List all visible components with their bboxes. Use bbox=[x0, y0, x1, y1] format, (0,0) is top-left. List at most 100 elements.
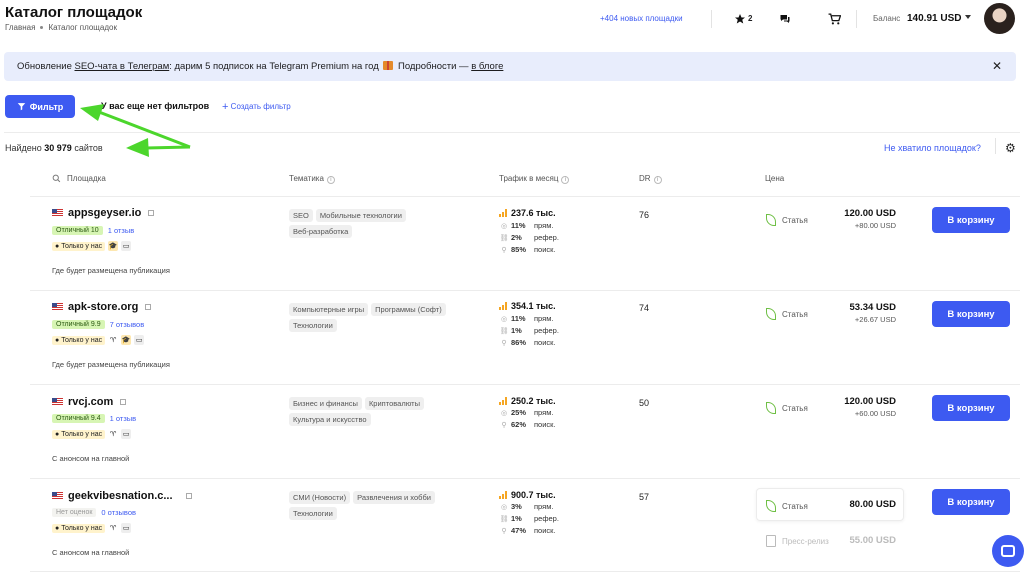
new-sites-link[interactable]: +404 новых площадки bbox=[600, 14, 683, 23]
star-icon[interactable] bbox=[731, 10, 749, 28]
direct-icon: ◎ bbox=[500, 222, 508, 230]
site-name[interactable]: rvcj.com bbox=[52, 396, 127, 408]
support-chat-button[interactable] bbox=[992, 535, 1024, 567]
reviews-link[interactable]: 1 отзыв bbox=[110, 414, 137, 423]
topic-tags: Компьютерные игры Программы (Софт) Техноло… bbox=[289, 303, 469, 332]
placement-note[interactable]: Где будет размещена публикация bbox=[52, 360, 170, 369]
external-link-icon[interactable] bbox=[185, 493, 192, 499]
avatar[interactable] bbox=[984, 3, 1015, 34]
search-icon: ⚲ bbox=[501, 339, 507, 347]
press-price-value: 55.00 USD bbox=[849, 535, 896, 546]
link-icon: ⛓ bbox=[499, 515, 509, 523]
reviews-link[interactable]: 1 отзыв bbox=[108, 226, 135, 235]
site-rating: Отличный 9.4 1 отзыв bbox=[52, 414, 136, 423]
no-filters-text: У вас еще нет фильтров bbox=[101, 101, 210, 111]
breadcrumb-home[interactable]: Главная bbox=[5, 23, 35, 32]
placement-note[interactable]: Где будет размещена публикация bbox=[52, 266, 170, 275]
column-header-topic[interactable]: Тематика i bbox=[289, 174, 335, 184]
add-to-cart-button[interactable]: В корзину bbox=[932, 301, 1010, 327]
traffic-search: ⚲ 86% поиск. bbox=[501, 338, 556, 347]
traffic-search: ⚲ 85% поиск. bbox=[501, 245, 556, 254]
chat-bubble-icon bbox=[1001, 545, 1015, 557]
site-name[interactable]: geekvibesnation.c... bbox=[52, 490, 192, 502]
traffic-direct: ◎ 3% прям. bbox=[500, 502, 554, 511]
topic-tags: Бизнес и финансы Криптовалюты Культура и и… bbox=[289, 397, 469, 426]
direct-icon: ◎ bbox=[500, 409, 508, 417]
column-header-price[interactable]: Цена bbox=[765, 174, 784, 183]
balance-value[interactable]: 140.91 USD bbox=[907, 13, 961, 24]
column-header-traffic[interactable]: Трафик в месяц i bbox=[499, 174, 570, 184]
column-header-site[interactable]: Площадка bbox=[52, 174, 106, 183]
traffic-direct: ◎ 11% прям. bbox=[500, 314, 554, 323]
not-enough-sites-link[interactable]: Не хватило площадок? bbox=[884, 143, 981, 153]
check-icon: ● bbox=[55, 336, 60, 344]
info-icon[interactable]: i bbox=[326, 176, 335, 184]
column-header-dr[interactable]: DR i bbox=[639, 174, 662, 184]
exclusive-badge: ● Только у нас bbox=[52, 429, 106, 439]
divider bbox=[995, 138, 996, 154]
divider bbox=[4, 132, 1020, 133]
reviews-link[interactable]: 0 отзывов bbox=[101, 508, 136, 517]
header-divider bbox=[711, 10, 712, 28]
chat-icon[interactable] bbox=[776, 10, 794, 28]
price-extra: +60.00 USD bbox=[854, 409, 896, 418]
create-filter-link[interactable]: + Создать фильтр bbox=[222, 101, 291, 113]
breadcrumb-current: Каталог площадок bbox=[48, 23, 117, 32]
search-icon: ⚲ bbox=[501, 246, 507, 254]
add-to-cart-button[interactable]: В корзину bbox=[932, 395, 1010, 421]
reviews-link[interactable]: 7 отзывов bbox=[110, 320, 145, 329]
deer-icon: ♈ bbox=[108, 429, 119, 439]
external-link-icon[interactable] bbox=[148, 210, 155, 216]
price-type: Статья bbox=[766, 402, 808, 414]
traffic-referral: ⛓ 1% рефер. bbox=[499, 326, 559, 335]
traffic-referral: ⛓ 2% рефер. bbox=[499, 233, 559, 242]
filter-button[interactable]: Фильтр bbox=[5, 95, 75, 118]
gear-icon[interactable]: ⚙ bbox=[1005, 141, 1016, 155]
site-name[interactable]: appsgeyser.io bbox=[52, 207, 155, 219]
banner-link-blog[interactable]: в блоге bbox=[471, 61, 503, 72]
exclusive-badge: ● Только у нас bbox=[52, 335, 106, 345]
banner-link-seo-chat[interactable]: SEO-чата в Телеграм bbox=[75, 61, 170, 72]
external-link-icon[interactable] bbox=[145, 304, 152, 310]
us-flag-icon bbox=[52, 209, 63, 217]
price-type: Статья bbox=[766, 308, 808, 320]
funnel-icon bbox=[17, 103, 25, 111]
site-badges: ● Только у нас 🎓 ▭ bbox=[52, 241, 132, 251]
traffic-direct: ◎ 11% прям. bbox=[500, 221, 554, 230]
traffic-search: ⚲ 47% поиск. bbox=[501, 526, 556, 535]
link-icon: ⛓ bbox=[499, 234, 509, 242]
price-extra: +26.67 USD bbox=[854, 315, 896, 324]
site-name[interactable]: apk-store.org bbox=[52, 301, 152, 313]
dr-value: 74 bbox=[639, 303, 650, 313]
price-option-press[interactable]: Пресс-релиз bbox=[766, 535, 829, 547]
info-icon[interactable]: i bbox=[561, 176, 570, 184]
placement-note[interactable]: С анонсом на главной bbox=[52, 548, 129, 557]
topic-tags: СМИ (Новости) Развлечения и хобби Технолог… bbox=[289, 491, 469, 520]
price-type: Статья bbox=[766, 214, 808, 226]
cart-icon[interactable] bbox=[825, 10, 843, 28]
chevron-down-icon[interactable] bbox=[965, 15, 971, 19]
traffic-bars-icon bbox=[499, 302, 507, 310]
leaf-icon bbox=[766, 308, 776, 320]
leaf-icon bbox=[766, 500, 776, 512]
header-divider bbox=[856, 10, 857, 28]
traffic-bars-icon bbox=[499, 397, 507, 405]
dr-value: 76 bbox=[639, 210, 650, 220]
exclusive-badge: ● Только у нас bbox=[52, 523, 106, 533]
placement-note[interactable]: С анонсом на главной bbox=[52, 454, 129, 463]
traffic-bars-icon bbox=[499, 491, 507, 499]
traffic-value: 900.7 тыс. bbox=[499, 490, 556, 500]
search-icon: ⚲ bbox=[501, 421, 507, 429]
message-icon: ▭ bbox=[134, 335, 145, 345]
message-icon: ▭ bbox=[121, 429, 132, 439]
price-type: Статья bbox=[766, 500, 808, 512]
price-value: 80.00 USD bbox=[849, 499, 896, 510]
traffic-direct: ◎ 25% прям. bbox=[500, 408, 554, 417]
add-to-cart-button[interactable]: В корзину bbox=[932, 489, 1010, 515]
add-to-cart-button[interactable]: В корзину bbox=[932, 207, 1010, 233]
close-icon[interactable]: ✕ bbox=[992, 59, 1002, 73]
external-link-icon[interactable] bbox=[120, 399, 127, 405]
price-value: 53.34 USD bbox=[849, 302, 896, 313]
info-icon[interactable]: i bbox=[653, 176, 662, 184]
site-rating: Отличный 9.9 7 отзывов bbox=[52, 320, 144, 329]
